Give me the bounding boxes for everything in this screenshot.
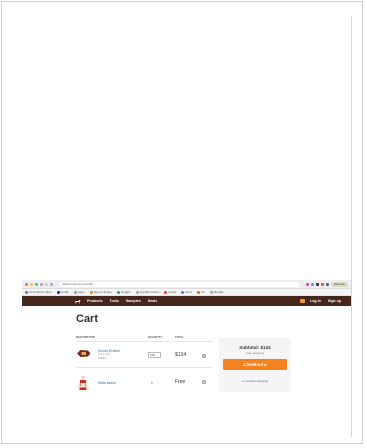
product-thumbnail[interactable] bbox=[77, 375, 89, 391]
extension-icon[interactable] bbox=[305, 282, 309, 286]
nav-products[interactable]: Products bbox=[87, 299, 103, 303]
product-name-link[interactable]: Wafa sauce bbox=[98, 381, 116, 385]
product-thumbnail[interactable] bbox=[76, 349, 91, 358]
address-bar[interactable]: lvillaturonjerky.com/cart bbox=[59, 281, 300, 287]
order-summary: Subtotal: $134 Free shipping Checkout ▸ … bbox=[219, 338, 291, 392]
quantity-input[interactable]: 100 bbox=[148, 352, 161, 358]
line-total: $134 bbox=[175, 352, 187, 358]
bookmark-item[interactable]: Google bbox=[116, 290, 131, 294]
close-window-icon[interactable] bbox=[25, 282, 28, 286]
column-header-total: TOTAL bbox=[175, 336, 184, 339]
browser-toolbar: lvillaturonjerky.com/cart Resume bbox=[22, 280, 351, 289]
resume-button[interactable]: Resume bbox=[330, 281, 348, 287]
minimize-window-icon[interactable] bbox=[30, 282, 33, 286]
bookmark-favicon-icon bbox=[89, 290, 93, 294]
bookmark-item[interactable]: Apps bbox=[73, 290, 85, 294]
nav-deals[interactable]: Deals bbox=[148, 299, 158, 303]
column-header-description: DESCRIPTION bbox=[76, 336, 95, 339]
forward-arrow-icon[interactable] bbox=[45, 282, 48, 286]
bookmark-item[interactable]: Moodle bbox=[209, 290, 223, 294]
back-arrow-icon[interactable] bbox=[40, 282, 43, 286]
bookmark-favicon-icon bbox=[56, 290, 60, 294]
maximize-window-icon[interactable] bbox=[35, 282, 38, 286]
bookmark-item[interactable]: Good Bank Sites bbox=[25, 290, 52, 294]
bookmark-favicon-icon bbox=[181, 290, 185, 294]
extension-icon[interactable] bbox=[320, 282, 324, 286]
line-total: Free bbox=[175, 379, 186, 385]
bookmarks-bar: Good Bank Sites Kindle Apps Spent Unique… bbox=[22, 289, 351, 296]
site-nav: Products Tools Samples Deals Log in Sign… bbox=[22, 296, 351, 306]
remove-item-icon[interactable]: ⊗ bbox=[202, 380, 206, 384]
nav-samples[interactable]: Samples bbox=[126, 299, 141, 303]
extension-icon[interactable] bbox=[315, 282, 319, 286]
dog-logo-icon[interactable] bbox=[74, 299, 81, 304]
cart-page: Cart DESCRIPTION QUANTITY TOTAL Smoky Br… bbox=[22, 306, 351, 406]
bookmark-item[interactable]: Spent Unique bbox=[89, 290, 112, 294]
remove-item-icon[interactable]: ⊗ bbox=[202, 354, 206, 358]
shipping-note: Free shipping bbox=[245, 351, 265, 355]
profile-icon[interactable] bbox=[325, 282, 329, 286]
bookmark-item[interactable]: Kindle bbox=[56, 290, 69, 294]
bookmark-item[interactable]: Docs bbox=[181, 290, 192, 294]
extension-icon[interactable] bbox=[310, 282, 314, 286]
cart-icon[interactable] bbox=[300, 299, 306, 303]
bookmark-favicon-icon bbox=[135, 290, 139, 294]
bookmark-favicon-icon bbox=[73, 290, 77, 294]
address-bar-url: lvillaturonjerky.com/cart bbox=[62, 282, 94, 286]
product-variant: Gifted bbox=[98, 356, 107, 360]
checkout-button[interactable]: Checkout ▸ bbox=[223, 359, 287, 370]
nav-tools[interactable]: Tools bbox=[110, 299, 119, 303]
bookmark-item[interactable]: Fb bbox=[197, 290, 205, 294]
reload-icon[interactable] bbox=[50, 282, 53, 286]
quantity-value: 1 bbox=[151, 381, 153, 385]
bookmark-favicon-icon bbox=[197, 290, 201, 294]
divider bbox=[351, 16, 352, 437]
page-title: Cart bbox=[76, 313, 99, 325]
continue-shopping-link[interactable]: or continue shopping bbox=[219, 379, 291, 383]
column-header-quantity: QUANTITY bbox=[148, 336, 163, 339]
divider bbox=[76, 367, 212, 368]
signup-link[interactable]: Sign up bbox=[328, 299, 341, 303]
login-link[interactable]: Log in bbox=[310, 299, 321, 303]
bookmark-item[interactable]: Quickfix Admin bbox=[135, 290, 159, 294]
bookmark-item[interactable]: Gmail bbox=[164, 290, 176, 294]
subtotal: Subtotal: $134 bbox=[239, 345, 271, 350]
bookmark-favicon-icon bbox=[116, 290, 120, 294]
screenshot-region: lvillaturonjerky.com/cart Resume Good Ba… bbox=[22, 280, 351, 408]
divider bbox=[76, 341, 212, 342]
bookmark-favicon-icon bbox=[209, 290, 213, 294]
bookmark-favicon-icon bbox=[164, 290, 168, 294]
bookmark-favicon-icon bbox=[25, 290, 28, 294]
